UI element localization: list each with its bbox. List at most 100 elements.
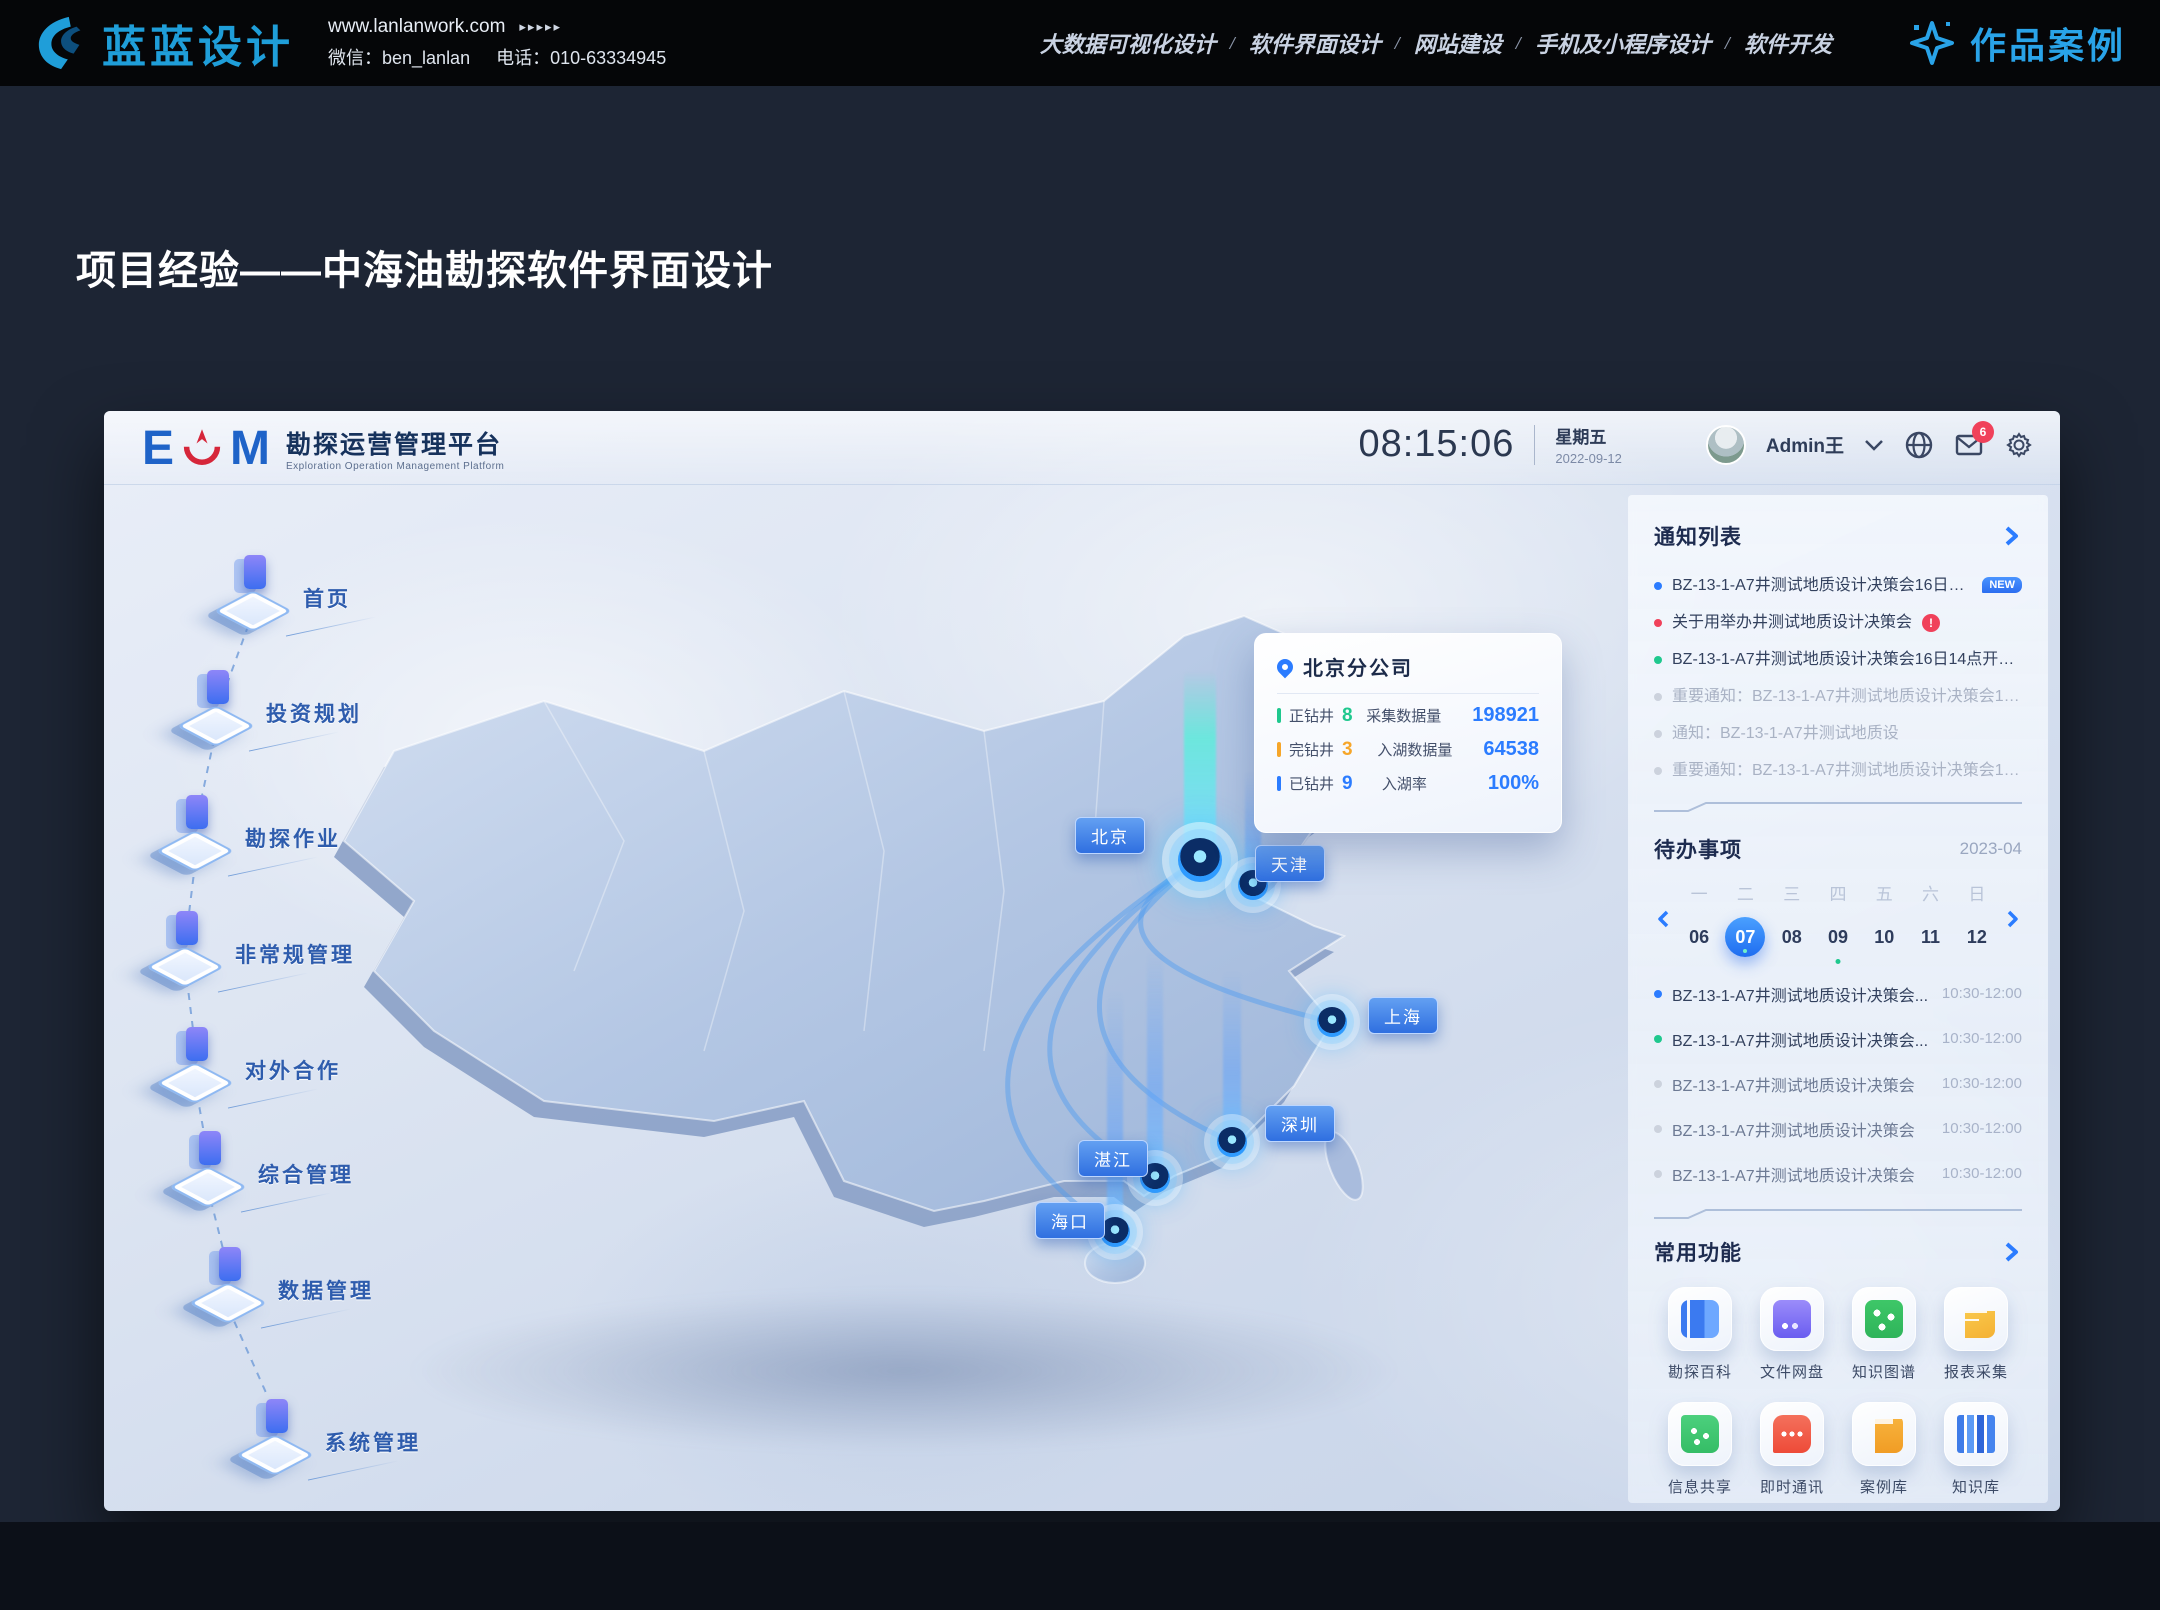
todo-item[interactable]: BZ-13-1-A7井测试地质设计决策会... 10:30-12:00 [1654,971,2022,1016]
city-label-shanghai[interactable]: 上海 [1368,997,1438,1034]
clipboard-icon [1865,1415,1903,1453]
portfolio-label: 作品案例 [1970,17,2126,69]
sidebar-item-external-cooperation[interactable]: 对外合作 [159,1021,235,1105]
status-dot [1654,582,1662,590]
shenzhen-light-beam [1223,971,1241,1141]
settings-gear-icon[interactable] [2004,430,2034,460]
notification-item[interactable]: BZ-13-1-A7井测试地质设计决策会16日14点开始 NEW [1654,567,2022,604]
user-avatar[interactable] [1706,425,1746,465]
quick-item-report-collection[interactable]: 报表采集 [1930,1287,2022,1382]
quick-item-instant-messaging[interactable]: 即时通讯 [1746,1402,1838,1497]
city-label-zhanjiang[interactable]: 湛江 [1078,1140,1148,1177]
arrows-decoration: ▸▸▸▸▸ [519,19,562,35]
nav-item-software-ui[interactable]: 软件界面设计 [1249,27,1381,59]
sidebar-item-system-management[interactable]: 系统管理 [239,1393,315,1477]
status-dot [1654,767,1662,775]
shanghai-marker[interactable] [1317,1007,1347,1037]
sidebar-item-exploration-operations[interactable]: 勘探作业 [159,789,235,873]
calendar-date[interactable]: 12 [1957,917,1997,957]
globe-icon[interactable] [1904,430,1934,460]
calendar-date[interactable]: 09 [1818,917,1858,957]
status-dot [1654,656,1662,664]
right-panel: 通知列表 BZ-13-1-A7井测试地质设计决策会16日14点开始 NEW 关于… [1628,495,2048,1503]
todo-item[interactable]: BZ-13-1-A7井测试地质设计决策会 10:30-12:00 [1654,1151,2022,1196]
quick-functions-more-icon[interactable] [2000,1241,2022,1263]
chart-icon [192,1241,268,1325]
quick-item-info-sharing[interactable]: 信息共享 [1654,1402,1746,1497]
notification-item[interactable]: BZ-13-1-A7井测试地质设计决策会16日14点开始！ [1654,641,2022,678]
dashboard-screenshot: 北京 天津 上海 深圳 湛江 海口 北京分公司 正钻井 8 采集数据量 1989… [104,411,2060,1511]
status-dot [1654,1035,1662,1043]
location-pin-icon [1274,655,1297,678]
todo-item[interactable]: BZ-13-1-A7井测试地质设计决策会... 10:30-12:00 [1654,1016,2022,1061]
shenzhen-marker[interactable] [1217,1127,1247,1157]
desk-icon [172,1125,248,1209]
quick-item-file-drive[interactable]: 文件网盘 [1746,1287,1838,1382]
website-url: www.lanlanwork.com [328,16,505,38]
city-label-tianjin[interactable]: 天津 [1255,845,1325,882]
calendar-date[interactable]: 08 [1772,917,1812,957]
city-label-shenzhen[interactable]: 深圳 [1265,1105,1335,1142]
cloud-drive-icon [1773,1300,1811,1338]
mail-icon[interactable]: 6 [1954,430,1984,460]
book-icon [1681,1300,1719,1338]
beijing-branch-popup: 北京分公司 正钻井 8 采集数据量 198921 完钻井 3 入湖数据量 645… [1254,633,1562,833]
weekday-label: 星期五 [1555,423,1622,448]
notification-item[interactable]: 通知：BZ-13-1-A7井测试地质设 [1654,715,2022,752]
quick-item-encyclopedia[interactable]: 勘探百科 [1654,1287,1746,1382]
sidebar-item-unconventional-management[interactable]: 非常规管理 [149,905,225,989]
nav-item-website[interactable]: 网站建设 [1414,27,1502,59]
calendar-next-icon[interactable] [2002,909,2022,929]
chat-bubble-icon [1773,1415,1811,1453]
notification-list: BZ-13-1-A7井测试地质设计决策会16日14点开始 NEW 关于用举办井测… [1654,567,2022,789]
quick-item-knowledge-graph[interactable]: 知识图谱 [1838,1287,1930,1382]
sidebar-item-home[interactable]: 首页 [217,549,293,633]
sidebar-item-comprehensive-management[interactable]: 综合管理 [172,1125,248,1209]
divider [1534,425,1535,465]
drilling-active-value: 8 [1342,705,1353,727]
section-divider [1654,1208,2022,1220]
city-label-haikou[interactable]: 海口 [1035,1202,1105,1239]
popup-stat-row: 已钻井 9 入湖率 100% [1277,772,1539,795]
rocket-icon [217,549,293,633]
sidebar-item-data-management[interactable]: 数据管理 [192,1241,268,1325]
quick-item-knowledge-base[interactable]: 知识库 [1930,1402,2022,1497]
site-nav: 大数据可视化设计 / 软件界面设计 / 网站建设 / 手机及小程序设计 / 软件… [1040,27,1832,59]
phone-label: 电话：010-63334945 [496,44,666,70]
notification-item[interactable]: 重要通知：BZ-13-1-A7井测试地质设计决策会16日14... [1654,678,2022,715]
status-dot [1654,1170,1662,1178]
chevron-down-icon[interactable] [1864,430,1884,460]
notifications-more-icon[interactable] [2000,525,2022,547]
beijing-marker[interactable] [1178,838,1222,882]
quick-item-case-library[interactable]: 案例库 [1838,1402,1930,1497]
nav-item-dev[interactable]: 软件开发 [1744,27,1832,59]
stat-bar [1277,776,1281,791]
brand-name: 蓝蓝设计 [102,11,294,75]
portfolio-link[interactable]: 作品案例 [1906,17,2126,69]
quick-functions-grid: 勘探百科 文件网盘 知识图谱 报表采集 信息共享 即时通讯 [1654,1287,2022,1497]
sidebar-item-investment-planning[interactable]: 投资规划 [180,664,256,748]
platform-subtitle: Exploration Operation Management Platfor… [286,461,504,472]
books-icon [1957,1415,1995,1453]
calendar-date[interactable]: 06 [1679,917,1719,957]
city-label-beijing[interactable]: 北京 [1075,817,1145,854]
share-folder-icon [1681,1415,1719,1453]
notification-item[interactable]: 关于用举办井测试地质设计决策会 ! [1654,604,2022,641]
calendar-date-selected[interactable]: 07 [1725,917,1765,957]
lanlan-logo-icon [34,14,92,72]
new-badge: NEW [1982,577,2022,593]
todo-item[interactable]: BZ-13-1-A7井测试地质设计决策会 10:30-12:00 [1654,1106,2022,1151]
calendar-date[interactable]: 10 [1864,917,1904,957]
popup-stat-row: 正钻井 8 采集数据量 198921 [1277,704,1539,727]
username[interactable]: Admin王 [1766,431,1844,458]
calendar-prev-icon[interactable] [1654,909,1674,929]
calendar-date[interactable]: 11 [1911,917,1951,957]
notification-item[interactable]: 重要通知：BZ-13-1-A7井测试地质设计决策会16日14... [1654,752,2022,789]
status-dot [1654,990,1662,998]
todo-item[interactable]: BZ-13-1-A7井测试地质设计决策会 10:30-12:00 [1654,1061,2022,1106]
folder-icon [159,789,235,873]
lanlan-logo[interactable]: 蓝蓝设计 [34,11,294,75]
lake-rate-value: 100% [1488,772,1539,795]
nav-item-bigdata[interactable]: 大数据可视化设计 [1040,27,1216,59]
nav-item-mobile[interactable]: 手机及小程序设计 [1535,27,1711,59]
